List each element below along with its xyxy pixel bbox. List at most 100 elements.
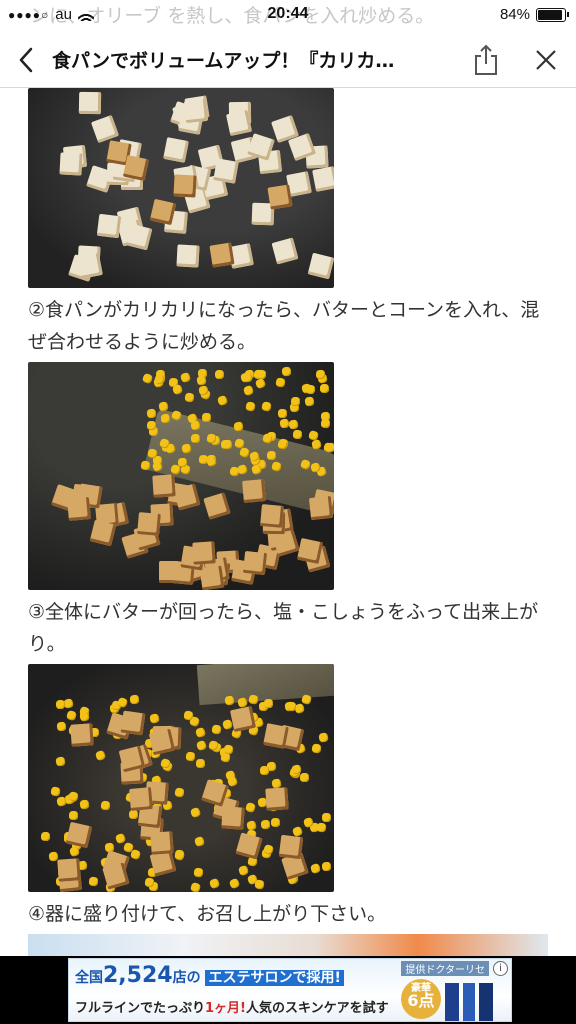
bread-cube bbox=[70, 723, 94, 748]
bread-cube bbox=[265, 787, 289, 811]
corn-kernel bbox=[146, 408, 157, 419]
corn-kernel bbox=[263, 699, 273, 709]
corn-kernel bbox=[281, 366, 292, 377]
step2-photo bbox=[28, 362, 334, 590]
corn-kernel bbox=[292, 429, 303, 440]
bread-cube bbox=[65, 821, 93, 849]
bread-cube bbox=[213, 158, 239, 185]
corn-kernel bbox=[193, 867, 204, 878]
corn-kernel bbox=[270, 817, 280, 828]
corn-kernel bbox=[173, 850, 186, 862]
corn-kernel bbox=[195, 726, 207, 739]
close-icon bbox=[536, 49, 556, 70]
corn-kernel bbox=[189, 806, 202, 818]
bread-cube bbox=[129, 786, 153, 811]
corn-kernel bbox=[286, 701, 297, 712]
bread-cube bbox=[279, 834, 304, 860]
corn-kernel bbox=[40, 832, 50, 842]
corn-kernel bbox=[56, 721, 67, 732]
corn-kernel bbox=[190, 881, 202, 892]
bread-cube bbox=[312, 166, 334, 193]
ad-bar: 全国2,524店の エステサロンで採用! フルラインでたっぷり1ヶ月!人気のスキ… bbox=[0, 956, 576, 1024]
corn-kernel bbox=[160, 413, 171, 424]
status-right: 84% bbox=[500, 6, 569, 23]
corn-kernel bbox=[276, 439, 288, 450]
bread-cube bbox=[235, 832, 263, 861]
ad-prefix: 全国 bbox=[75, 970, 103, 986]
ad-badge-num: 6点 bbox=[407, 991, 435, 1010]
corn-kernel bbox=[65, 709, 77, 722]
share-button[interactable] bbox=[456, 32, 516, 88]
corn-kernel bbox=[79, 799, 90, 810]
corn-kernel bbox=[68, 791, 80, 802]
bread-cube bbox=[57, 857, 82, 882]
corn-kernel bbox=[114, 832, 127, 845]
corn-kernel bbox=[211, 724, 222, 735]
battery-icon bbox=[536, 7, 569, 22]
corn-kernel bbox=[228, 877, 241, 890]
corn-kernel bbox=[148, 713, 160, 725]
corn-kernel bbox=[259, 765, 269, 775]
bread-cube bbox=[271, 237, 299, 265]
bread-cube bbox=[118, 745, 145, 773]
corn-kernel bbox=[274, 377, 286, 388]
bread-cube bbox=[162, 137, 189, 164]
corn-kernel bbox=[142, 372, 154, 385]
step-3-text: ③全体にバターが回ったら、塩・こしょうをふって出来上がり。 bbox=[28, 601, 539, 655]
corn-kernel bbox=[179, 371, 192, 384]
step-2-text: ②食パンがカリカリになったら、バターとコーンを入れ、混ぜ合わせるように炒める。 bbox=[28, 299, 540, 353]
step1-photo bbox=[28, 88, 334, 288]
bread-cube bbox=[192, 541, 216, 565]
page-title: 食パンでボリュームアップ！『カリカ… bbox=[52, 50, 395, 72]
corn-kernel bbox=[288, 419, 299, 430]
bread-cube bbox=[150, 831, 174, 855]
corn-kernel bbox=[310, 743, 322, 755]
bread-cube bbox=[76, 252, 103, 279]
corn-kernel bbox=[248, 693, 259, 705]
bread-cube bbox=[96, 214, 122, 239]
corn-kernel bbox=[196, 374, 207, 386]
step3-photo bbox=[28, 664, 334, 892]
bread-cube bbox=[125, 223, 153, 251]
bread-cube bbox=[199, 565, 224, 590]
corn-kernel bbox=[88, 876, 99, 887]
corn-kernel bbox=[244, 802, 256, 814]
corn-kernel bbox=[245, 400, 256, 412]
battery-fill bbox=[538, 9, 562, 20]
ad-highlight: エステサロンで採用! bbox=[205, 970, 344, 986]
clock: 20:44 bbox=[267, 5, 309, 22]
ad-product-image bbox=[445, 983, 501, 1021]
ad-banner[interactable]: 全国2,524店の エステサロンで採用! フルラインでたっぷり1ヶ月!人気のスキ… bbox=[68, 958, 512, 1022]
corn-kernel bbox=[174, 786, 185, 798]
corn-kernel bbox=[195, 740, 208, 752]
corn-kernel bbox=[209, 878, 221, 890]
corn-kernel bbox=[177, 457, 187, 467]
bread-cube bbox=[173, 174, 197, 198]
corn-kernel bbox=[50, 786, 61, 797]
corn-kernel bbox=[180, 442, 192, 454]
corn-kernel bbox=[146, 420, 157, 431]
corn-kernel bbox=[277, 409, 287, 419]
corn-kernel bbox=[185, 751, 196, 762]
corn-kernel bbox=[215, 369, 225, 379]
ad-headline: 全国2,524店の エステサロンで採用! bbox=[75, 963, 344, 988]
corn-kernel bbox=[320, 418, 331, 429]
article-body: ②食パンがカリカリになったら、バターとコーンを入れ、混ぜ合わせるように炒める。 … bbox=[28, 88, 548, 972]
bread-cube bbox=[221, 806, 245, 831]
corn-kernel bbox=[216, 394, 229, 406]
corn-kernel bbox=[310, 862, 322, 874]
corn-kernel bbox=[291, 764, 302, 775]
back-button[interactable] bbox=[0, 32, 52, 88]
bread-cube bbox=[241, 479, 266, 504]
ad-info-icon[interactable]: i bbox=[493, 961, 508, 976]
corn-kernel bbox=[78, 710, 90, 722]
close-button[interactable] bbox=[516, 32, 576, 88]
corn-kernel bbox=[325, 441, 334, 453]
bread-cube bbox=[148, 729, 176, 756]
corn-kernel bbox=[290, 397, 301, 407]
ad-badge: 豪華 6点 bbox=[401, 979, 441, 1019]
bread-cube bbox=[137, 512, 162, 536]
corn-kernel bbox=[318, 732, 329, 744]
corn-kernel bbox=[256, 369, 267, 380]
corn-kernel bbox=[311, 438, 323, 450]
